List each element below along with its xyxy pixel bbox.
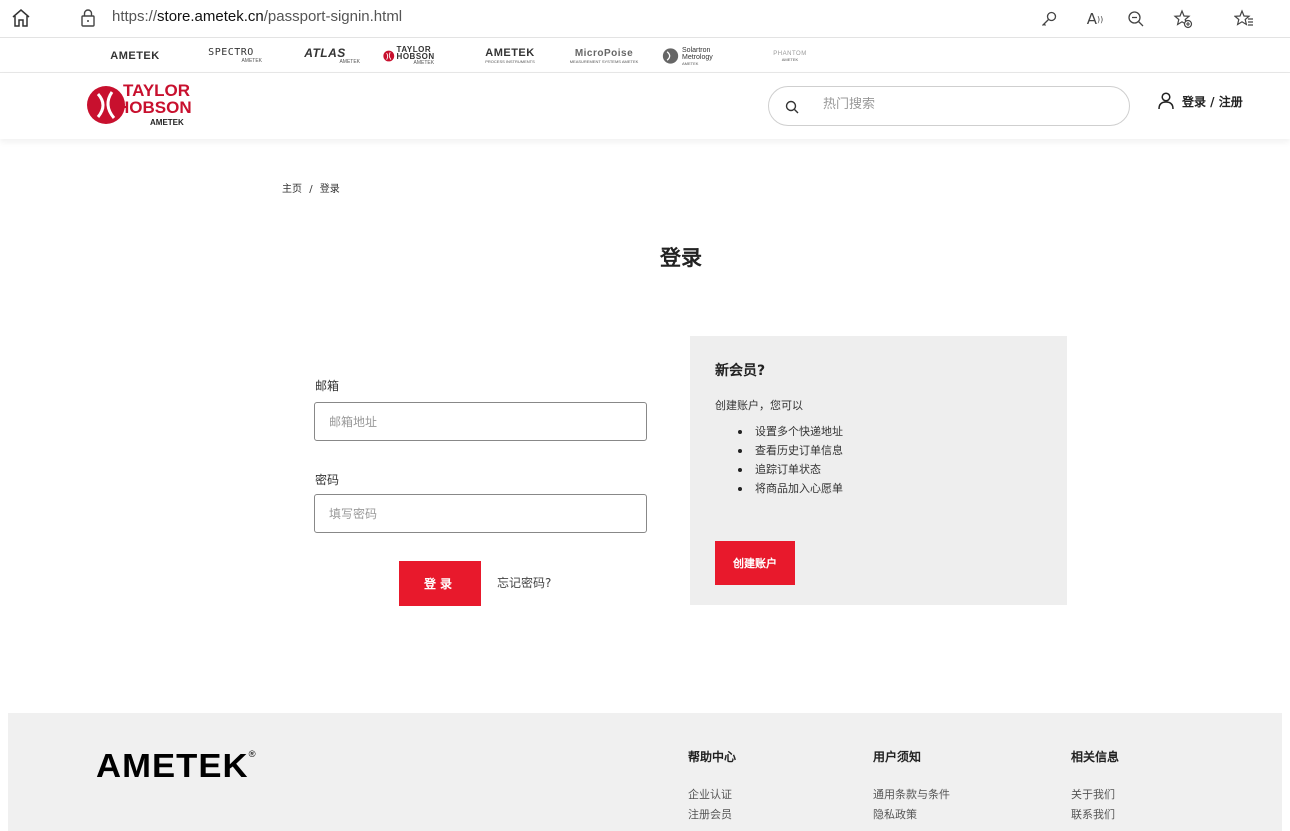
site-footer: AMETEK® 帮助中心 企业认证 注册会员 用户须知 通用条款与条件 隐私政策… [8,713,1282,831]
login-register-label: 登录 / 注册 [1182,94,1243,109]
brand-logo-ametek[interactable]: AMETEK [102,44,168,68]
password-label: 密码 [315,473,340,487]
breadcrumb-separator: / [309,184,313,195]
search-input[interactable] [823,97,1103,112]
footer-link[interactable]: 隐私政策 [873,805,950,825]
registered-mark: ® [248,749,257,759]
login-register-link[interactable]: 登录 / 注册 [1158,89,1243,113]
brand-logo-solartron[interactable]: Solartron Metrology AMETEK [662,44,734,68]
address-bar[interactable]: https://store.ametek.cn/passport-signin.… [112,8,402,25]
brand-logo-atlas[interactable]: ATLAS AMETEK [290,44,360,68]
brand-logo-ametek-pi[interactable]: AMETEK PROCESS INSTRUMENTS [478,44,542,68]
footer-link[interactable]: 注册会员 [688,805,736,825]
password-field[interactable] [314,494,647,533]
new-member-title: 新会员? [715,363,766,379]
browser-toolbar: https://store.ametek.cn/passport-signin.… [0,0,1290,38]
benefit-item: 将商品加入心愿单 [738,479,843,498]
benefit-item: 查看历史订单信息 [738,441,843,460]
email-label: 邮箱 [315,379,340,393]
create-account-button[interactable]: 创建账户 [715,541,795,585]
taylor-hobson-logo[interactable]: TAYLOR HOBSON AMETEK [86,79,226,135]
benefit-item: 设置多个快递地址 [738,422,843,441]
solartron-mark-icon [662,48,679,64]
user-icon [1158,92,1174,110]
footer-column-info: 相关信息 关于我们 联系我们 [1071,748,1119,825]
footer-link[interactable]: 通用条款与条件 [873,785,950,805]
brand-logo-spectro[interactable]: SPECTRO AMETEK [200,44,262,68]
favorites-icon[interactable] [1232,7,1256,31]
breadcrumb-home[interactable]: 主页 [282,184,302,195]
logo-line-hobson: HOBSON [117,98,192,117]
breadcrumb-current: 登录 [319,184,340,195]
logo-line-taylor: TAYLOR [123,81,191,100]
site-header: TAYLOR HOBSON AMETEK 登录 / 注册 [0,73,1290,139]
key-icon[interactable] [1037,7,1061,31]
footer-heading: 用户须知 [873,750,922,764]
brand-logo-micropoise[interactable]: MicroPoise MEASUREMENT SYSTEMS AMETEK [566,44,642,68]
footer-ametek-logo[interactable]: AMETEK® [96,747,257,785]
breadcrumb: 主页 / 登录 [282,180,340,195]
brand-strip: AMETEK SPECTRO AMETEK ATLAS AMETEK TAYLO… [0,39,1290,73]
footer-link[interactable]: 联系我们 [1071,805,1119,825]
forgot-password-link[interactable]: 忘记密码? [497,574,551,591]
search-icon[interactable] [785,100,799,114]
brand-logo-phantom[interactable]: PHANTOM AMETEK [760,44,820,68]
footer-column-help: 帮助中心 企业认证 注册会员 [688,748,736,825]
search-box [768,86,1130,126]
brand-logo-taylor-hobson[interactable]: TAYLOR HOBSON AMETEK [383,44,451,68]
footer-heading: 帮助中心 [688,750,737,764]
zoom-out-icon[interactable] [1124,7,1148,31]
lock-icon[interactable] [80,8,96,28]
benefit-item: 追踪订单状态 [738,460,843,479]
page-title: 登录 [660,246,702,270]
logo-line-ametek: AMETEK [150,118,184,127]
new-member-subtitle: 创建账户，您可以 [715,399,803,412]
home-icon[interactable] [10,7,32,29]
footer-heading: 相关信息 [1071,750,1120,764]
login-button[interactable]: 登录 [399,561,481,606]
new-member-panel: 新会员? 创建账户，您可以 设置多个快递地址 查看历史订单信息 追踪订单状态 将… [690,336,1067,605]
email-field[interactable] [314,402,647,441]
footer-link[interactable]: 企业认证 [688,785,736,805]
read-aloud-icon[interactable]: A)) [1083,7,1107,31]
favorite-add-icon[interactable] [1171,7,1195,31]
benefit-list: 设置多个快递地址 查看历史订单信息 追踪订单状态 将商品加入心愿单 [738,422,843,498]
footer-logo-text: AMETEK [96,747,249,784]
taylor-hobson-mark-icon [383,50,395,62]
footer-column-terms: 用户须知 通用条款与条件 隐私政策 [873,748,950,825]
footer-link[interactable]: 关于我们 [1071,785,1119,805]
